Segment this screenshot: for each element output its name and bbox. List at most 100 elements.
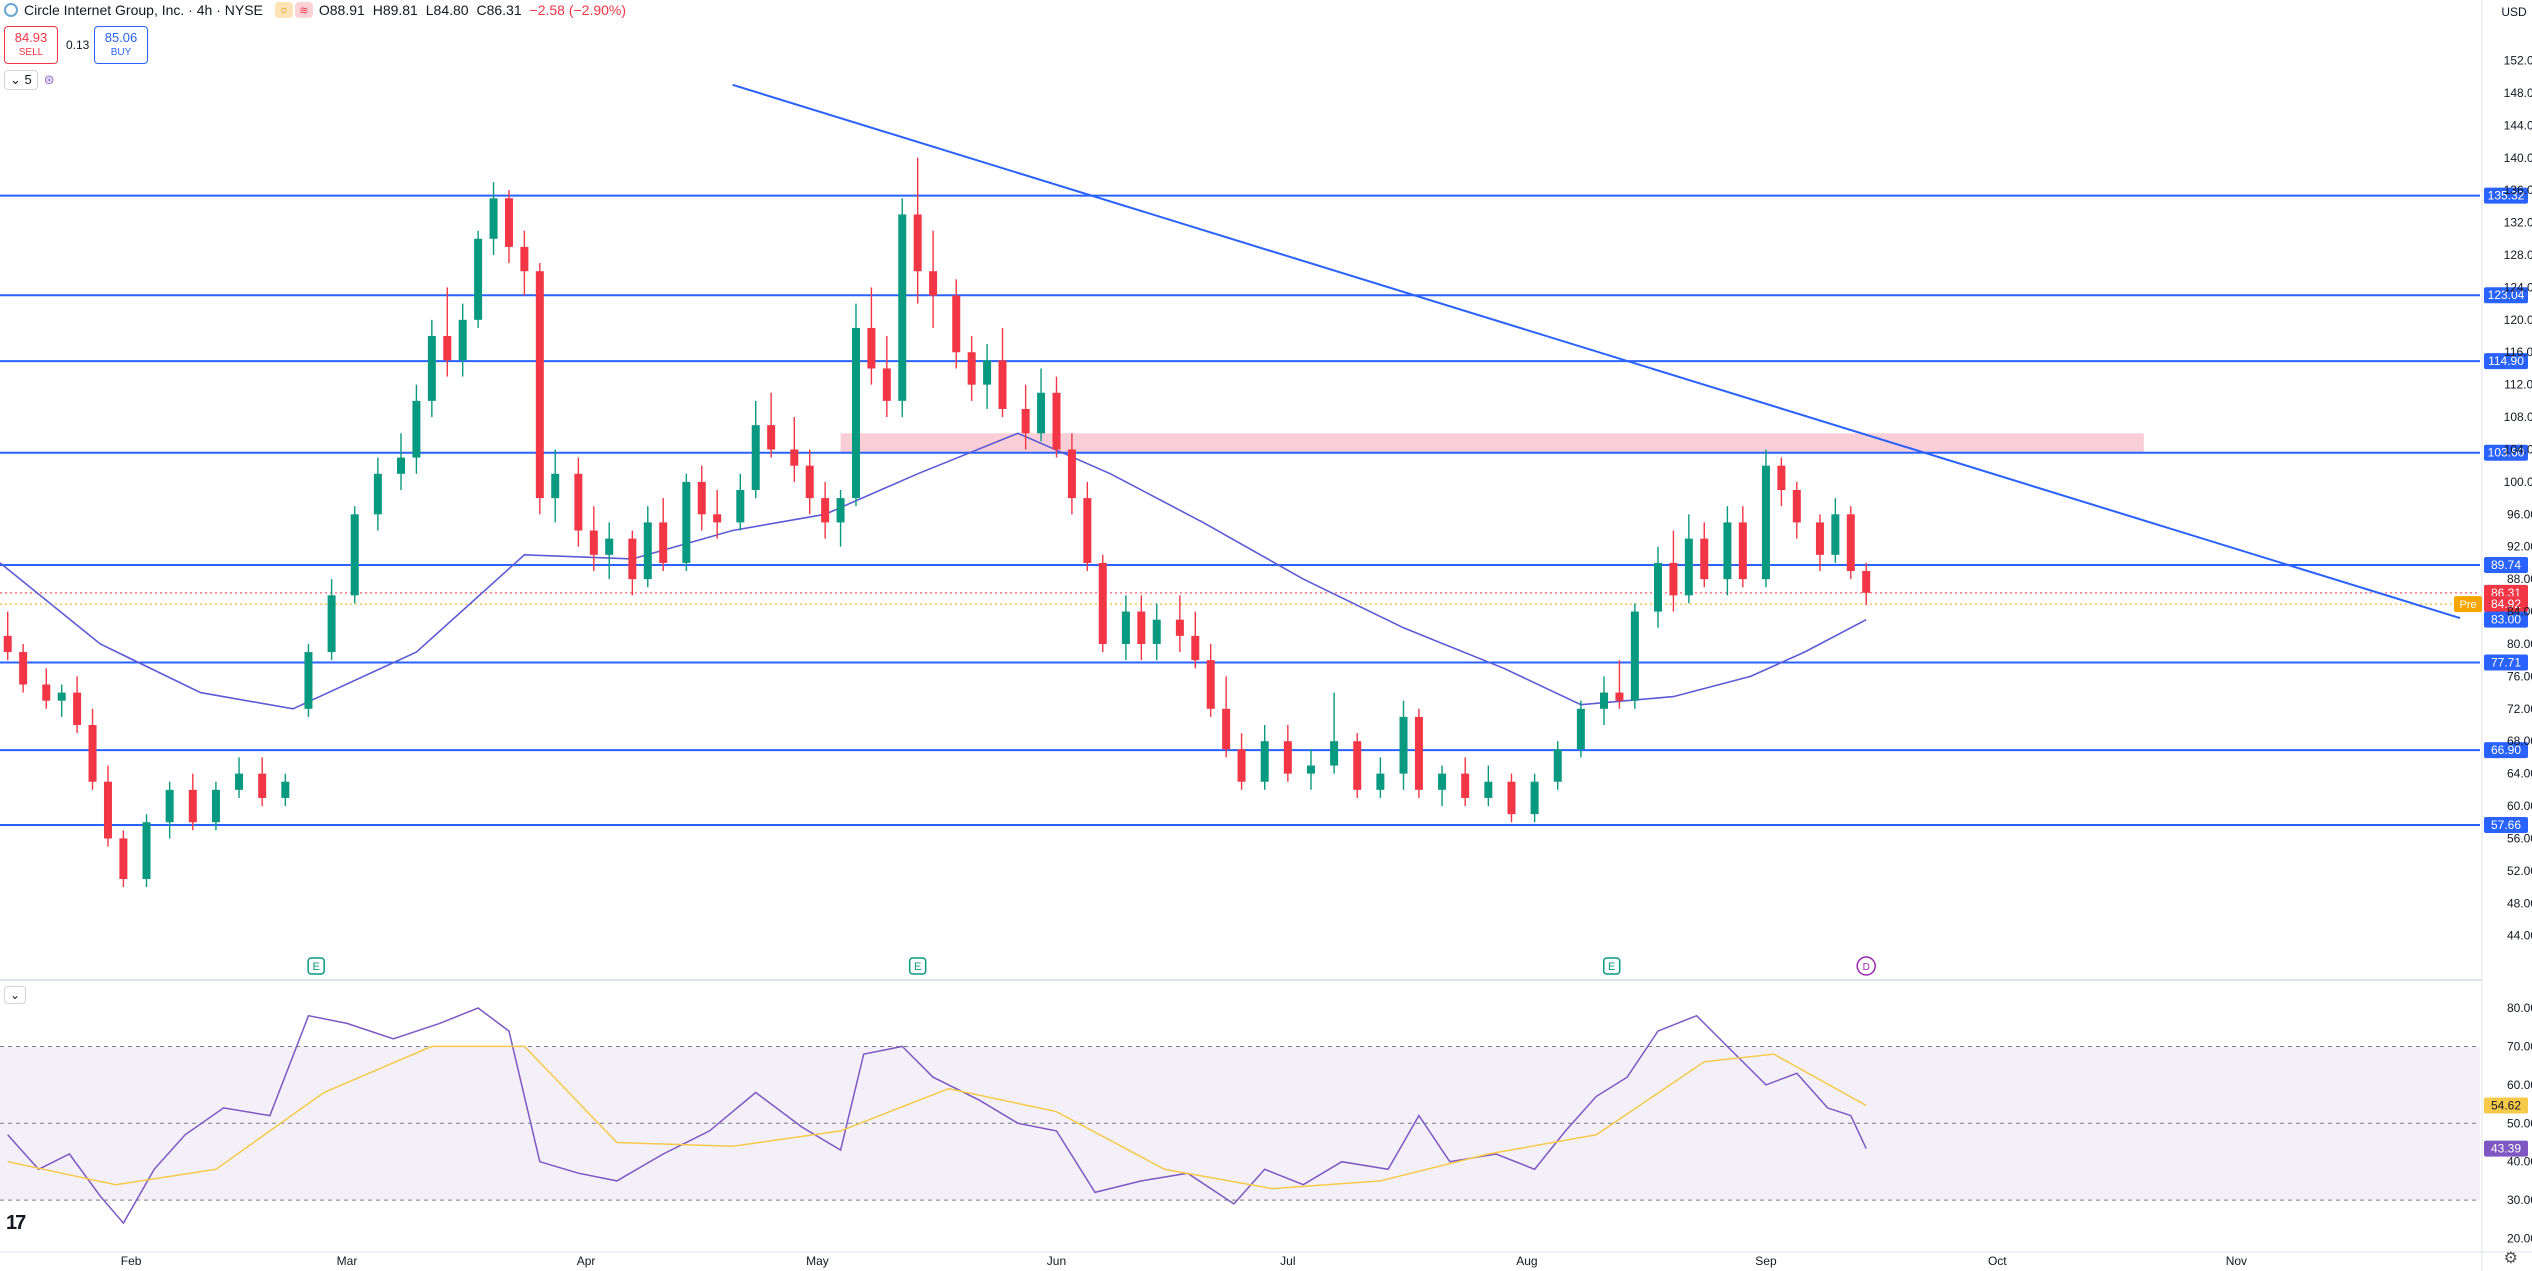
sell-price: 84.93 [14,30,48,45]
candle-body [535,271,544,499]
price-axis-tick: 56.00 [2507,831,2532,845]
sell-label: SELL [18,47,44,58]
price-axis-tick: 88.00 [2507,572,2532,586]
rsi-axis-tick: 40.00 [2507,1155,2532,1169]
price-axis-tick: 48.00 [2507,896,2532,910]
candle-body [851,327,860,499]
candle-body [1615,692,1624,701]
candle-body [304,652,313,709]
indicators-toggle[interactable]: ⌄ 5 ⊛ [4,70,55,90]
trendline [732,83,2461,619]
candle-body [697,481,706,515]
candle-body [1376,773,1385,790]
rsi-pane-toggle[interactable]: ⌄ [4,986,27,1004]
tradingview-logo-icon[interactable]: 17 [6,1212,26,1235]
candle-body [867,327,876,369]
candle-body [1723,522,1732,580]
candle-body [1137,611,1146,644]
candle-body [397,457,406,474]
price-axis-tick: 52.00 [2507,864,2532,878]
candle-body [1222,708,1231,750]
candle-body [1846,514,1855,572]
candle-body [1700,538,1709,580]
chevron-down-icon: ⌄ [10,988,21,1002]
open-value: O88.91 [318,2,365,18]
symbol-legend: Circle Internet Group, Inc. · 4h · NYSE … [4,2,630,18]
candle-body [42,684,51,701]
candle-body [1738,522,1747,580]
candle-body [551,473,560,499]
earnings-label: E [914,961,921,973]
event-markers: EEED [307,956,1876,976]
candle-body [19,652,28,685]
sell-button[interactable]: 84.93 SELL [4,26,58,64]
symbol-title[interactable]: Circle Internet Group, Inc. · 4h · NYSE [24,2,263,18]
candle-body [882,368,891,401]
candle-body [1037,392,1046,434]
price-axis-tick: 116.00 [2504,345,2532,359]
settings-gear-icon[interactable]: ⚙ [2504,1248,2518,1268]
price-axis-tick: 44.00 [2507,929,2532,943]
resistance-zone [840,433,2144,453]
price-axis-tick: 80.00 [2507,637,2532,651]
price-axis-tick: 120.00 [2504,313,2532,327]
candle-body [574,473,583,531]
price-axis-tick: 148.00 [2504,86,2532,100]
price-axis-tick: 96.00 [2507,507,2532,521]
candle-body [520,246,529,272]
candle-body [628,538,637,580]
candle-body [643,522,652,580]
buy-button[interactable]: 85.06 BUY [94,26,148,64]
candle-body [805,465,814,499]
candle-body [967,352,976,385]
price-axis-tick: 84.00 [2507,605,2532,619]
price-axis-tick: 72.00 [2507,702,2532,716]
time-axis-tick: Nov [2226,1254,2247,1268]
low-value: L84.80 [425,2,469,18]
candle-body [1399,716,1408,774]
market-status-icon[interactable]: ☼ [274,2,293,18]
ohlc-values: O88.91 H89.81 L84.80 C86.31 −2.58 (−2.90… [319,2,630,18]
candle-body [1414,716,1423,790]
candle-body [605,538,614,555]
candle-body [1831,514,1840,555]
candle-body [504,198,513,247]
level-tag-label: 57.66 [2491,818,2521,832]
rsi-axis-tick: 20.00 [2507,1231,2532,1245]
candle-body [88,725,97,782]
candle-body [1206,660,1215,709]
time-axis-tick: Sep [1755,1254,1777,1268]
candle-body [1576,708,1585,750]
indicator-settings-icon[interactable]: ⊛ [44,72,55,88]
candle-body [1530,781,1539,815]
price-axis-tick: 100.00 [2504,475,2532,489]
close-value: C86.31 [476,2,522,18]
candle-body [1152,619,1161,644]
rsi-axis-tick: 70.00 [2507,1039,2532,1053]
rsi-axis-tick: 60.00 [2507,1078,2532,1092]
candle-body [1330,741,1339,766]
time-axis-tick: Oct [1988,1254,2007,1268]
candle-body [142,822,151,879]
candle-body [1815,522,1824,555]
data-notice-icon[interactable]: ≋ [294,2,313,18]
candle-body [327,595,336,653]
rsi-axis-tick: 80.00 [2507,1001,2532,1015]
time-axis-tick: Feb [121,1254,142,1268]
candle-body [751,425,760,490]
earnings-label: E [1608,961,1615,973]
price-chart[interactable]: EEED 135.32123.04114.90103.6089.7477.716… [0,0,2532,1271]
buy-label: BUY [110,47,132,58]
candle-body [736,490,745,523]
candle-body [57,692,66,701]
candle-body [1283,741,1292,774]
currency-button[interactable]: USD [2498,2,2530,22]
rsi-axis-tick: 50.00 [2507,1116,2532,1130]
resistance-zone-rect [840,433,2144,453]
candle-body [1777,465,1786,490]
candle-body [1653,562,1662,612]
candle-body [1630,611,1639,701]
candle-body [1484,781,1493,798]
time-axis-tick: May [806,1254,829,1268]
candle-body [443,336,452,361]
